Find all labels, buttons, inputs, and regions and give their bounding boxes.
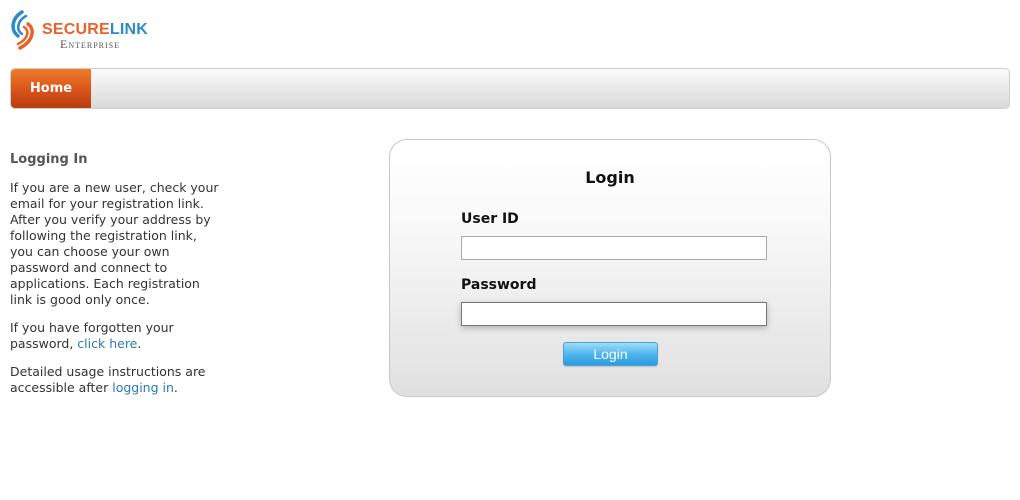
info-heading: Logging In bbox=[10, 152, 88, 167]
usage-text-end: . bbox=[173, 380, 178, 395]
login-panel: Login User ID Password Login bbox=[389, 139, 831, 397]
password-label: Password bbox=[461, 277, 537, 293]
brand-part-secure: SECURE bbox=[42, 21, 110, 38]
info-forgot-password: If you have forgotten your password, cli… bbox=[10, 320, 220, 352]
nav-home-tab[interactable]: Home bbox=[11, 69, 91, 108]
forgot-text-end: . bbox=[137, 336, 142, 351]
user-id-input[interactable] bbox=[461, 236, 767, 260]
main-nav: Home bbox=[10, 68, 1010, 109]
user-id-label: User ID bbox=[461, 211, 519, 227]
logging-in-info: Logging In If you are a new user, check … bbox=[10, 152, 220, 408]
securelink-swirl-icon bbox=[11, 10, 34, 50]
login-title: Login bbox=[585, 168, 635, 187]
logging-in-link[interactable]: logging in bbox=[112, 380, 174, 395]
securelink-logo: SECURELINK Enterprise bbox=[8, 8, 178, 54]
brand-subtitle: Enterprise bbox=[60, 37, 121, 51]
password-input[interactable] bbox=[461, 302, 767, 326]
login-button[interactable]: Login bbox=[563, 342, 658, 366]
forgot-password-link[interactable]: click here bbox=[77, 336, 137, 351]
info-new-user-text: If you are a new user, check your email … bbox=[10, 180, 219, 307]
brand-part-link: LINK bbox=[109, 21, 149, 38]
info-usage-instructions: Detailed usage instructions are accessib… bbox=[10, 364, 220, 396]
